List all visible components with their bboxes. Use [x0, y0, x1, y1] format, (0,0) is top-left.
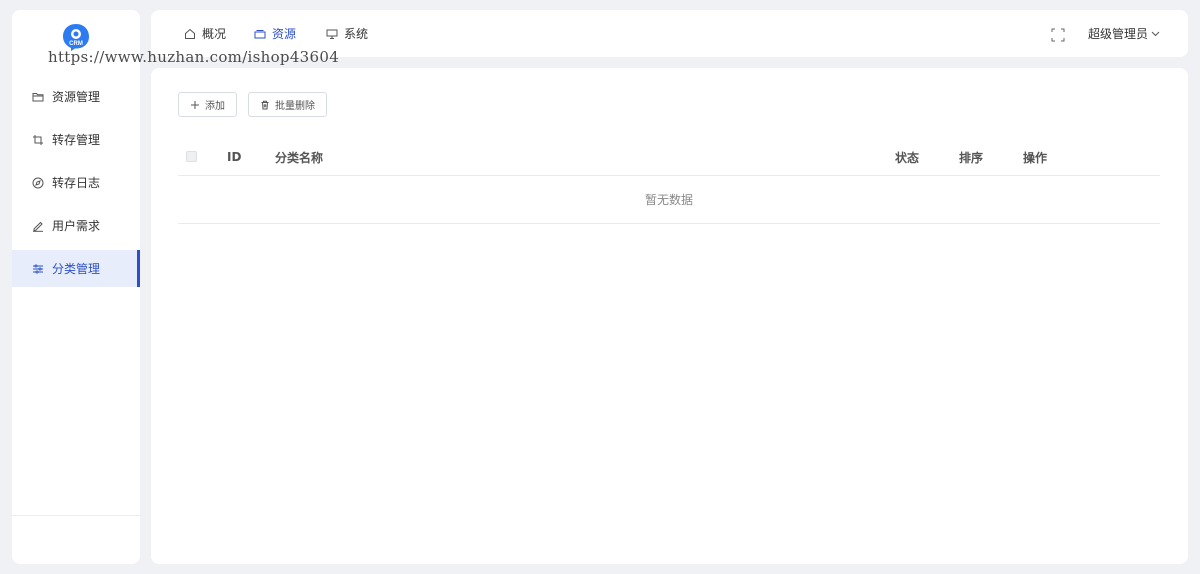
add-button[interactable]: 添加 — [178, 92, 237, 117]
watermark-text: https://www.huzhan.com/ishop43604 — [48, 48, 340, 66]
tab-label: 系统 — [344, 27, 369, 41]
trash-icon — [260, 100, 270, 110]
table-header: ID 分类名称 状态 排序 操作 — [178, 138, 1160, 176]
sidebar-item-label: 分类管理 — [52, 262, 101, 276]
crop-icon — [32, 134, 44, 146]
sidebar-item-label: 资源管理 — [52, 90, 101, 104]
home-icon — [184, 28, 196, 40]
batch-delete-button[interactable]: 批量删除 — [248, 92, 327, 117]
sidebar: CRM 资源管理 转存管理 转存日志 用户需求 分类管理 — [12, 10, 140, 564]
sidebar-item-label: 转存管理 — [52, 133, 101, 147]
select-all-checkbox[interactable] — [186, 151, 197, 162]
layers-icon — [254, 28, 266, 40]
sidebar-item-category-management[interactable]: 分类管理 — [12, 250, 140, 287]
main-content: 添加 批量删除 ID 分类名称 状态 排序 操作 暂无数据 — [151, 68, 1188, 564]
sidebar-item-label: 用户需求 — [52, 219, 101, 233]
logo-text: CRM — [69, 41, 83, 47]
fullscreen-icon[interactable] — [1051, 27, 1065, 42]
column-header-actions: 操作 — [1023, 150, 1048, 165]
sidebar-item-label: 转存日志 — [52, 176, 101, 190]
tab-label: 概况 — [202, 27, 227, 41]
sidebar-divider — [12, 515, 140, 516]
sidebar-item-transfer-log[interactable]: 转存日志 — [12, 164, 140, 201]
sidebar-item-user-requests[interactable]: 用户需求 — [12, 207, 140, 244]
batch-delete-button-label: 批量删除 — [275, 101, 315, 112]
compass-icon — [32, 177, 44, 189]
pen-icon — [32, 220, 44, 232]
user-name: 超级管理员 — [1088, 27, 1149, 41]
table-empty-state: 暂无数据 — [178, 176, 1160, 224]
column-header-category-name[interactable]: 分类名称 — [275, 138, 323, 176]
monitor-icon — [326, 28, 338, 40]
chevron-down-icon — [1151, 29, 1160, 38]
column-header-sort[interactable]: 排序 — [959, 138, 983, 176]
column-header-id[interactable]: ID — [227, 138, 241, 176]
tab-label: 资源 — [272, 27, 297, 41]
sidebar-item-transfer-management[interactable]: 转存管理 — [12, 121, 140, 158]
column-header-status[interactable]: 状态 — [895, 138, 919, 176]
sliders-icon — [32, 263, 44, 275]
add-button-label: 添加 — [205, 101, 225, 112]
user-menu[interactable]: 超级管理员 — [1088, 10, 1160, 57]
plus-icon — [190, 100, 200, 110]
sidebar-nav: 资源管理 转存管理 转存日志 用户需求 分类管理 — [12, 78, 140, 293]
folder-icon — [32, 91, 44, 103]
sidebar-item-resource-management[interactable]: 资源管理 — [12, 78, 140, 115]
